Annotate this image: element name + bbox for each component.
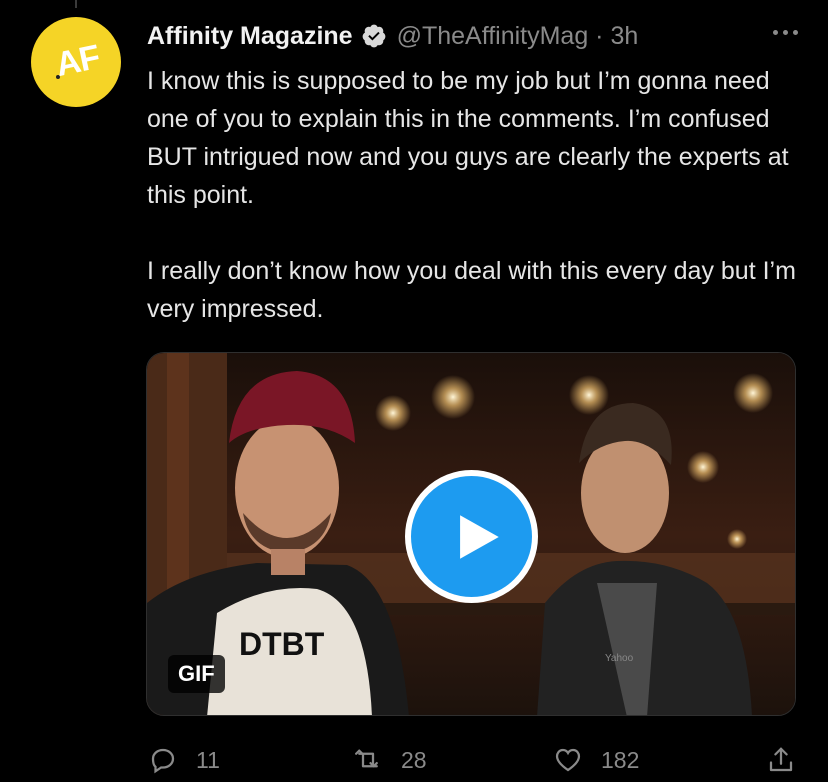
- reply-button[interactable]: 11: [148, 740, 220, 780]
- author-name[interactable]: Affinity Magazine: [147, 22, 353, 51]
- avatar-logo: AF: [52, 37, 104, 84]
- retweet-count: 28: [401, 746, 427, 773]
- like-icon: [555, 748, 581, 772]
- verified-icon: [362, 24, 385, 48]
- play-icon: [459, 514, 499, 559]
- gif-badge: GIF: [168, 655, 225, 693]
- like-count: 182: [601, 746, 640, 773]
- reply-count: 11: [196, 746, 220, 773]
- shirt-text: DTBT: [239, 626, 325, 662]
- tweet-actions: 11 28 182: [0, 740, 828, 780]
- share-icon: [769, 747, 793, 772]
- play-button[interactable]: [405, 470, 538, 603]
- tweet-header: Affinity Magazine @TheAffinityMag · 3h: [147, 18, 638, 54]
- reply-icon: [151, 748, 175, 774]
- handle-and-time[interactable]: @TheAffinityMag · 3h: [397, 22, 639, 51]
- retweet-icon: [355, 749, 378, 768]
- tweet-text: I know this is supposed to be my job but…: [147, 62, 807, 328]
- gif-media[interactable]: Yahoo DTBT GIF: [146, 352, 796, 716]
- hoodie-text: Yahoo: [605, 653, 634, 664]
- tweet-paragraph-1: I know this is supposed to be my job but…: [147, 67, 789, 209]
- avatar[interactable]: AF: [31, 17, 121, 107]
- share-button[interactable]: [766, 740, 796, 780]
- thread-line: [75, 0, 77, 8]
- more-icon[interactable]: [773, 22, 798, 42]
- retweet-button[interactable]: 28: [353, 740, 427, 780]
- tweet-paragraph-2: I really don’t know how you deal with th…: [147, 257, 796, 323]
- like-button[interactable]: 182: [553, 740, 639, 780]
